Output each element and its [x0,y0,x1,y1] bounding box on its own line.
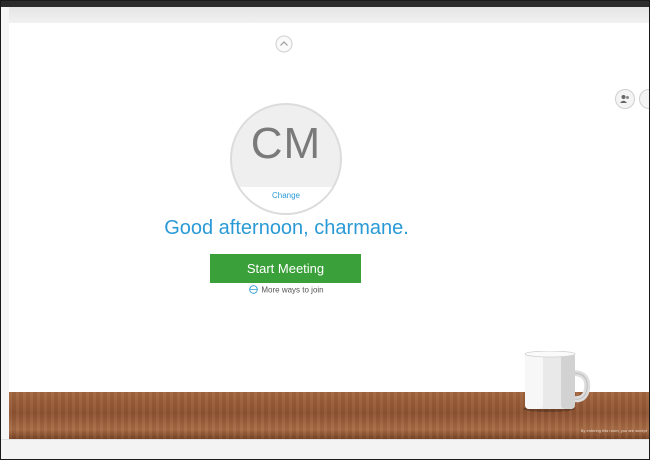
disclaimer-text: By entering this room, you are accept [580,428,647,433]
app-window: CM Change Good afternoon, charmane. Star… [0,0,650,460]
start-meeting-button[interactable]: Start Meeting [210,254,361,283]
coffee-mug-image [521,350,591,413]
bottom-bar [1,439,649,459]
top-right-controls [615,89,649,109]
globe-icon [249,285,259,296]
people-icon[interactable] [615,89,635,109]
avatar-initials: CM [250,119,322,168]
more-ways-to-join-link[interactable]: More ways to join [9,285,564,296]
avatar[interactable]: CM Change [230,103,342,215]
personal-room: CM Change Good afternoon, charmane. Star… [9,23,649,439]
change-avatar-link[interactable]: Change [232,187,340,213]
chevron-up-icon[interactable] [275,35,293,53]
more-icon[interactable] [639,89,649,109]
more-ways-label: More ways to join [261,285,324,295]
greeting-text: Good afternoon, charmane. [164,217,409,239]
